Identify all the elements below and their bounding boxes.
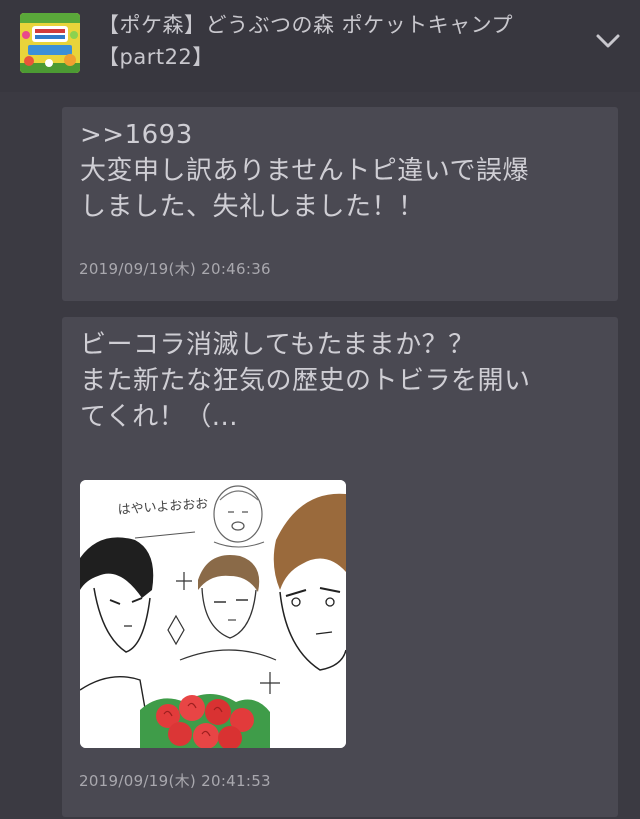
topic-title[interactable]: 【ポケ森】どうぶつの森 ポケットキャンプ 【part22】: [98, 9, 568, 73]
comment-card[interactable]: ビーコラ消滅してもたままか？？ また新たな狂気の歴史のトビラを開い てくれ！（.…: [62, 317, 618, 817]
drawing-illustration: はやいよおおお: [80, 480, 346, 748]
topic-header: 【ポケ森】どうぶつの森 ポケットキャンプ 【part22】: [0, 0, 640, 92]
comment-text: >>1693 大変申し訳ありませんトピ違いで誤爆 しました、失礼しました！！: [80, 120, 529, 222]
comment-date: 2019/09/19(木) 20:41:53: [79, 772, 271, 790]
comment-text: ビーコラ消滅してもたままか？？ また新たな狂気の歴史のトビラを開い てくれ！（.…: [80, 330, 531, 432]
attached-drawing-image[interactable]: はやいよおおお: [80, 480, 346, 748]
animal-crossing-thumbnail-icon[interactable]: [20, 13, 80, 73]
chevron-down-icon[interactable]: [594, 30, 622, 52]
comment-card[interactable]: >>1693 大変申し訳ありませんトピ違いで誤爆 しました、失礼しました！！ 2…: [62, 107, 618, 301]
comment-date: 2019/09/19(木) 20:46:36: [79, 260, 271, 278]
